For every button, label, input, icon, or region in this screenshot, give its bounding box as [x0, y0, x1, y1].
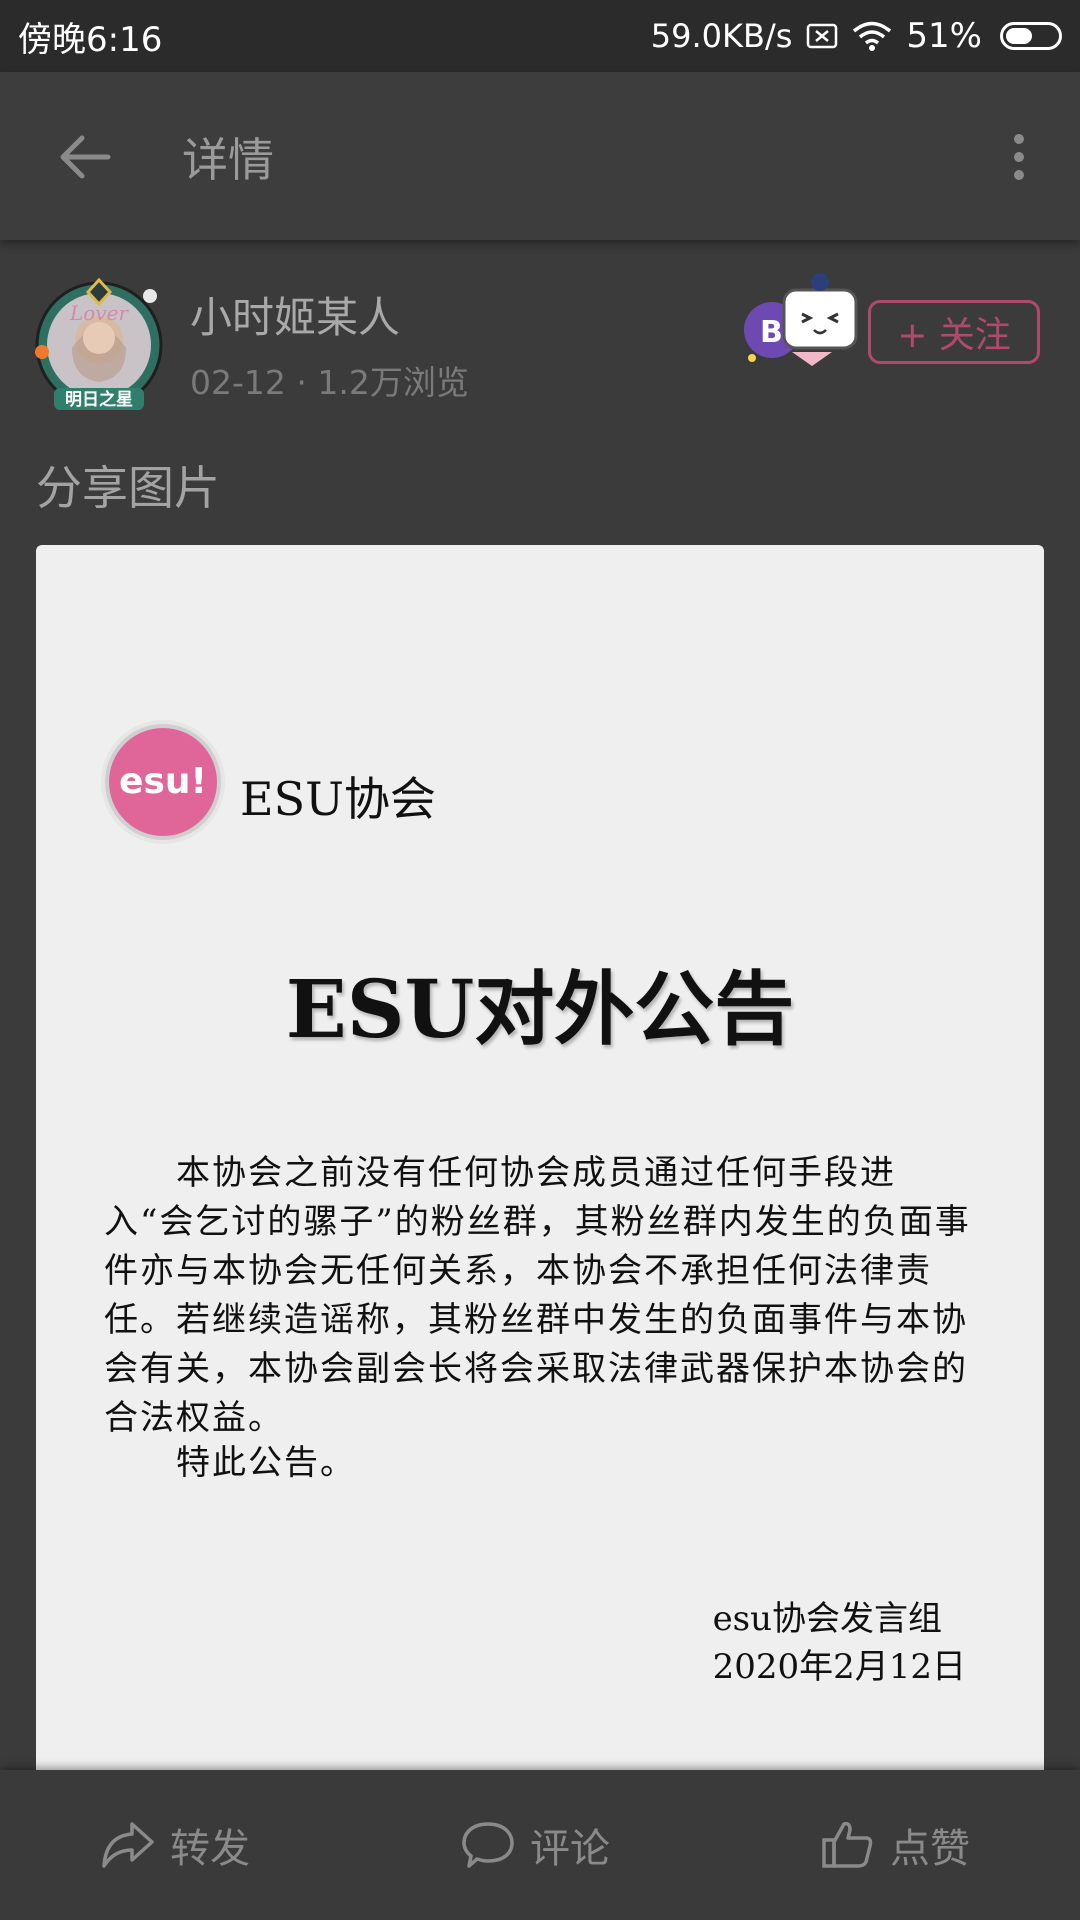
notice-body: 本协会之前没有任何协会成员通过任何手段进入“会乞讨的骡子”的粉丝群，其粉丝群内发…: [104, 1153, 971, 1438]
org-name: ESU协会: [240, 772, 436, 826]
more-options-button[interactable]: [984, 122, 1054, 192]
back-button[interactable]: [50, 122, 120, 192]
sim-off-icon: [806, 22, 838, 50]
bottom-action-bar: 转发 评论 点赞: [0, 1770, 1080, 1920]
share-button[interactable]: 转发: [100, 1810, 250, 1880]
signature-date: 2020年2月12日: [712, 1647, 966, 1687]
esu-logo-text: esu!: [119, 761, 207, 802]
like-button[interactable]: 点赞: [820, 1810, 970, 1880]
author-name[interactable]: 小时姬某人: [190, 284, 400, 345]
post-text: 分享图片: [36, 461, 220, 515]
like-label: 点赞: [890, 1826, 970, 1872]
page-title: 详情: [182, 133, 274, 187]
battery-percent: 51%: [906, 16, 982, 56]
avatar[interactable]: Lover 明日之星: [32, 277, 166, 412]
network-speed: 59.0KB/s: [650, 17, 793, 55]
comment-label: 评论: [530, 1826, 610, 1872]
battery-icon: [1000, 22, 1062, 50]
more-vertical-icon: [1014, 134, 1024, 180]
top-app-bar: 详情: [0, 72, 1080, 240]
status-time: 傍晚6:16: [18, 19, 163, 60]
shared-image[interactable]: esu! ESU协会 ESU对外公告 本协会之前没有任何协会成员通过任何手段进入…: [36, 545, 1044, 1770]
svg-text:B: B: [760, 315, 783, 350]
share-label: 转发: [170, 1826, 250, 1872]
follow-button[interactable]: + 关注: [868, 300, 1040, 364]
wifi-icon: [852, 20, 892, 52]
mascot-sticker: B: [742, 270, 882, 370]
notice-signature: esu协会发言组 2020年2月12日: [713, 1595, 966, 1691]
comment-button[interactable]: 评论: [460, 1810, 610, 1880]
notice-closing: 特此公告。: [176, 1443, 356, 1483]
thumbs-up-icon: [822, 1821, 873, 1868]
share-icon: [102, 1822, 154, 1868]
signature-org: esu协会发言组: [712, 1599, 943, 1639]
notice-title: ESU对外公告: [285, 962, 795, 1056]
back-arrow-icon: [60, 135, 111, 179]
detail-page: 傍晚6:16 59.0KB/s 51% 详情 Lover 明日之星 小时姬某人 …: [0, 0, 1080, 1920]
esu-logo: esu!: [98, 717, 228, 847]
battery-level-fill: [1006, 28, 1032, 44]
avatar-badge-text: 明日之星: [65, 389, 133, 410]
status-bar: 傍晚6:16 59.0KB/s 51%: [0, 0, 1080, 72]
comment-icon: [462, 1822, 514, 1868]
post-meta: 02-12 · 1.2万浏览: [190, 363, 469, 402]
author-row: Lover 明日之星 小时姬某人 02-12 · 1.2万浏览 B + 关注: [0, 270, 1080, 420]
